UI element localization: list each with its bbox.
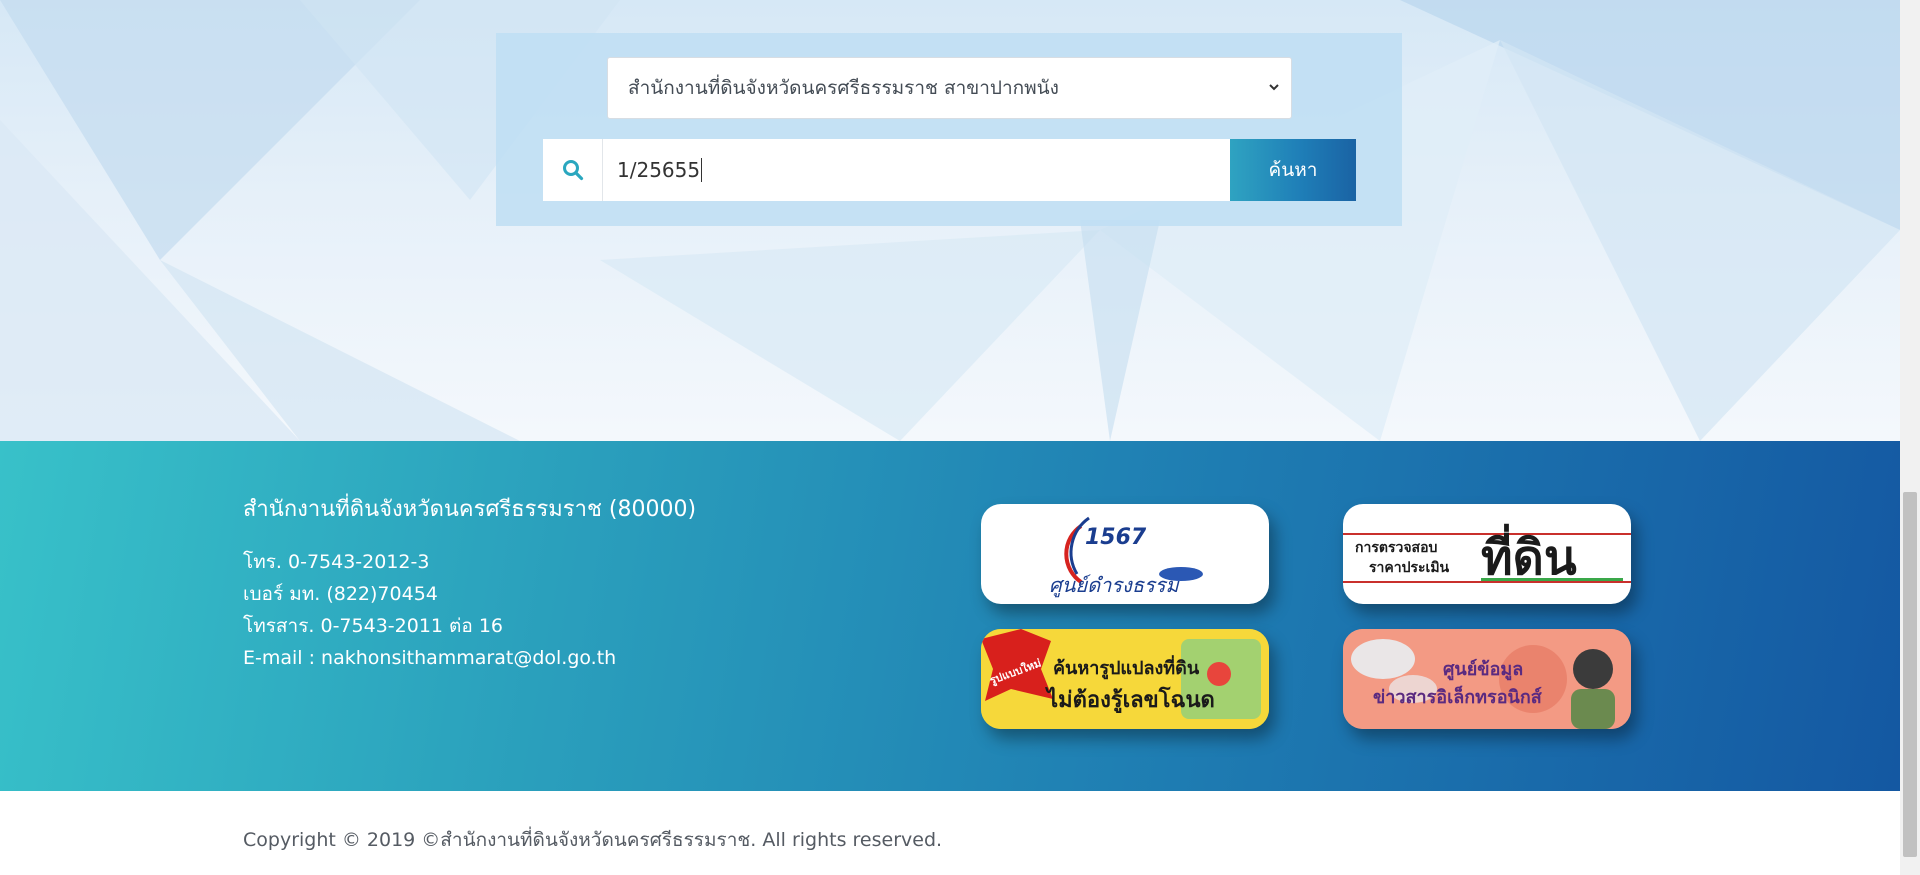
search-icon-box (543, 139, 603, 201)
internal-number-text: เบอร์ มท. (822)70454 (243, 583, 438, 605)
banner-info-center-line1: ศูนย์ข้อมูล (1443, 658, 1523, 681)
office-select[interactable]: สำนักงานที่ดินจังหวัดนครศรีธรรมราช สาขาป… (607, 57, 1292, 119)
banner-1567-graphic: 1567 ศูนย์ดำรงธรรม (1049, 516, 1203, 598)
footer: สำนักงานที่ดินจังหวัดนครศรีธรรมราช (8000… (0, 441, 1900, 791)
banner-parcel-search-line2: ไม่ต้องรู้เลขโฉนด (1045, 686, 1215, 714)
hero-section: สำนักงานที่ดินจังหวัดนครศรีธรรมราช สาขาป… (0, 0, 1900, 441)
search-button[interactable]: ค้นหา (1230, 139, 1356, 201)
banner-land-price-line2: ราคาประเมิน (1369, 560, 1450, 576)
parcel-number-input[interactable]: 1/25655 (603, 139, 1230, 201)
chevron-down-icon (1269, 84, 1279, 91)
page-scrollbar[interactable] (1900, 0, 1920, 875)
banner-info-center-line2: ข่าวสารอิเล็กทรอนิกส์ (1373, 685, 1543, 708)
scrollbar-thumb[interactable] (1903, 492, 1917, 857)
office-select-value: สำนักงานที่ดินจังหวัดนครศรีธรรมราช สาขาป… (628, 77, 1059, 99)
banner-parcel-search-graphic: รูปแบบใหม่ ค้นหารูปแปลงที่ดิน ไม่ต้องรู้… (981, 629, 1269, 729)
search-row: 1/25655 ค้นหา (543, 139, 1356, 201)
search-panel: สำนักงานที่ดินจังหวัดนครศรีธรรมราช สาขาป… (496, 33, 1402, 226)
banner-parcel-search-link[interactable]: รูปแบบใหม่ ค้นหารูปแปลงที่ดิน ไม่ต้องรู้… (981, 629, 1269, 729)
banner-land-price-graphic: การตรวจสอบ ราคาประเมิน ที่ดิน (1343, 523, 1631, 586)
banner-info-center-link[interactable]: ศูนย์ข้อมูล ข่าวสารอิเล็กทรอนิกส์ (1343, 629, 1631, 729)
banner-land-price-big: ที่ดิน (1481, 523, 1577, 586)
banner-info-center-graphic: ศูนย์ข้อมูล ข่าวสารอิเล็กทรอนิกส์ (1343, 629, 1631, 729)
search-icon (562, 160, 583, 181)
fax-text: โทรสาร. 0-7543-2011 ต่อ 16 (243, 615, 503, 637)
banner-land-price-link[interactable]: การตรวจสอบ ราคาประเมิน ที่ดิน (1343, 504, 1631, 604)
copyright-text: Copyright © 2019 ©สำนักงานที่ดินจังหวัดน… (243, 829, 943, 851)
phone-text: โทร. 0-7543-2012-3 (243, 551, 430, 573)
banner-1567-link[interactable]: 1567 ศูนย์ดำรงธรรม (981, 504, 1269, 604)
banner-parcel-search-line1: ค้นหารูปแปลงที่ดิน (1053, 655, 1200, 680)
text-caret (701, 158, 703, 182)
email-text[interactable]: E-mail : nakhonsithammarat@dol.go.th (243, 642, 616, 674)
banner-1567-number: 1567 (1085, 525, 1147, 550)
parcel-number-value: 1/25655 (617, 158, 701, 182)
banner-land-price-line1: การตรวจสอบ (1355, 540, 1437, 556)
contact-info: โทร. 0-7543-2012-3 เบอร์ มท. (822)70454 … (243, 546, 616, 674)
office-title: สำนักงานที่ดินจังหวัดนครศรีธรรมราช (8000… (243, 497, 697, 522)
